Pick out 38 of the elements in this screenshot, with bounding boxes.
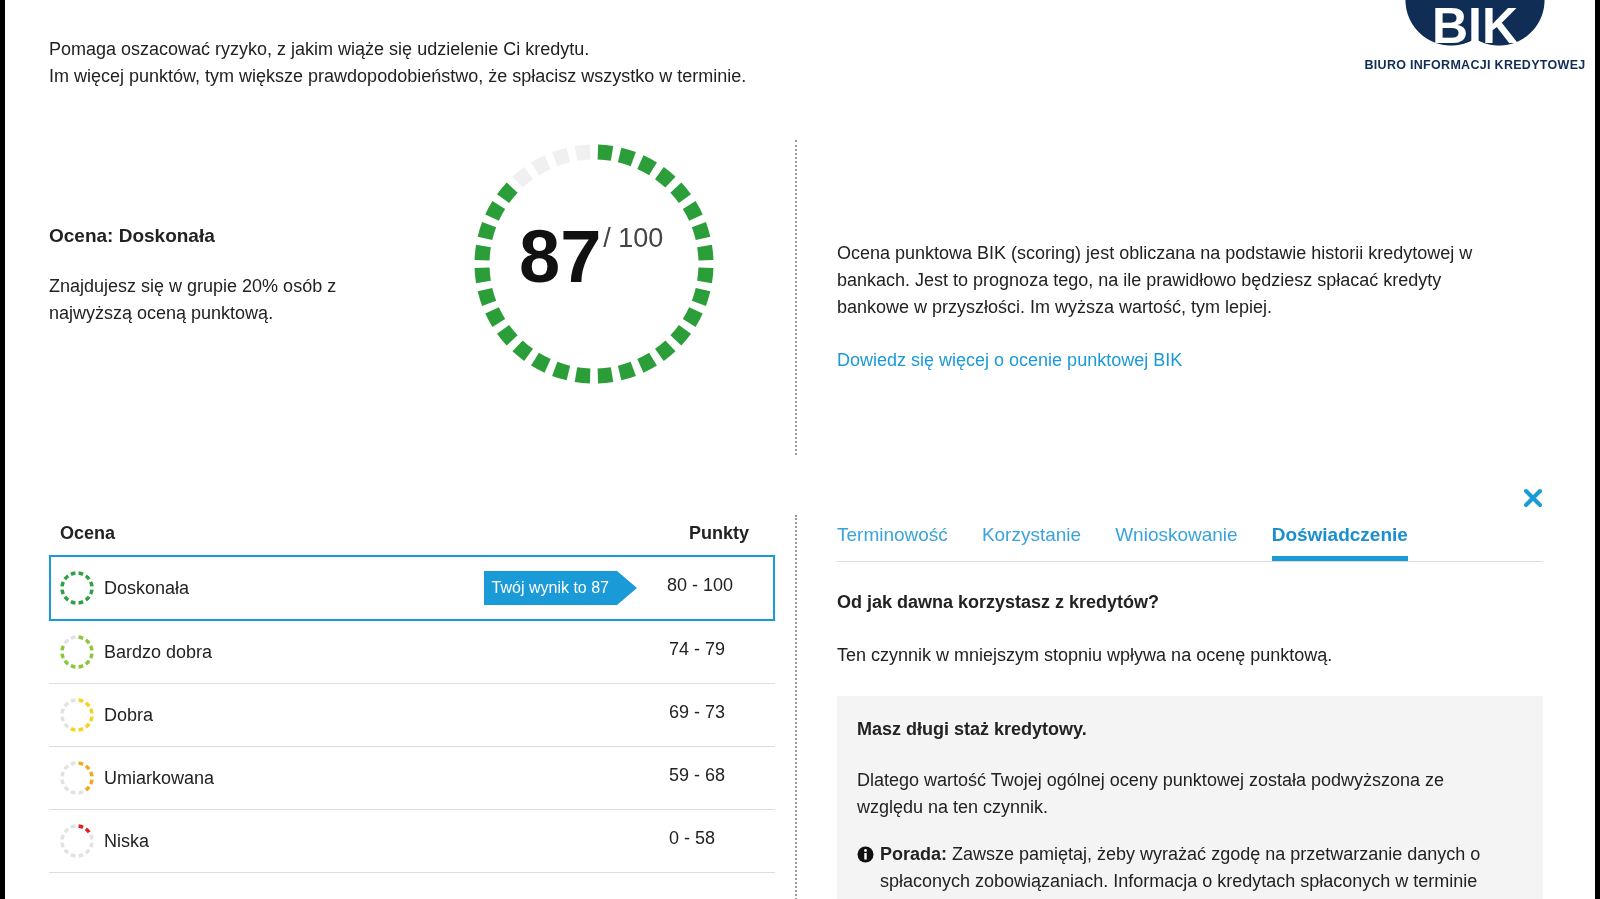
- intro-text: Im więcej punktów, tym większe prawdopodobieństwo, że spłacisz wszystko w terminie.: [49, 65, 747, 88]
- card-text: Dlatego wartość Twojej ogólnej oceny punktowej została podwyższona ze względu na ten czynnik.: [857, 769, 1445, 819]
- column-header: Ocena: [60, 523, 116, 545]
- rating-ring-icon: [60, 571, 94, 605]
- points-range: 80 - 100: [667, 575, 735, 596]
- rating-label: Bardzo dobra: [104, 641, 214, 663]
- card-title: Masz długi staż kredytowy.: [857, 718, 1088, 741]
- points-range: 59 - 68: [669, 765, 727, 786]
- rating-title: Ocena: Doskonała: [49, 225, 216, 247]
- points-range: 74 - 79: [669, 639, 727, 660]
- rating-label: Dobra: [104, 704, 155, 726]
- rating-ring-icon: [60, 761, 94, 795]
- rating-ring-icon: [60, 635, 94, 669]
- tab[interactable]: Doświadczenie: [1271, 520, 1408, 561]
- rating-label: Doskonała: [104, 577, 191, 599]
- tab[interactable]: Korzystanie: [981, 520, 1082, 561]
- close-icon[interactable]: [1523, 488, 1543, 508]
- tab[interactable]: Terminowość: [837, 520, 948, 561]
- rating-ring-icon: [60, 824, 94, 858]
- intro-text: Pomaga oszacować ryzyko, z jakim wiąże się udzielenie Ci kredytu.: [49, 38, 591, 61]
- logo-caption: BIURO INFORMACJI KREDYTOWEJ: [1364, 58, 1586, 72]
- factor-question: Od jak dawna korzystasz z kredytów?: [837, 592, 1161, 613]
- learn-more-link[interactable]: Dowiedz się więcej o ocenie punktowej BIK: [837, 347, 1183, 374]
- info-icon: [857, 846, 874, 863]
- tip-text: Porada: Zawsze pamiętaj, żeby wyrażać zgodę na przetwarzanie danych o spłaconych zobowiązaniach. Informacja o kredytach spłaconych w terminie: [880, 843, 1482, 893]
- column-header: Punkty: [689, 523, 749, 545]
- points-range: 0 - 58: [669, 828, 717, 849]
- rating-label: Umiarkowana: [104, 767, 216, 789]
- score-badge: Twój wynik to 87: [483, 571, 637, 605]
- rating-ring-icon: [60, 698, 94, 732]
- info-text: Ocena punktowa BIK (scoring) jest obliczana na podstawie historii kredytowej w bankach. Jest to prognoza tego, na ile prawidłowo będziesz spłacać kredyty bankowe w przyszłości. Im wyższa wartość, tym lepiej.: [837, 242, 1474, 319]
- score-value: 87: [519, 217, 602, 297]
- points-range: 69 - 73: [669, 702, 727, 723]
- tab[interactable]: Wnioskowanie: [1115, 520, 1238, 561]
- rating-label: Niska: [104, 830, 150, 852]
- score-max: / 100: [603, 223, 664, 254]
- factor-impact: Ten czynnik w mniejszym stopniu wpływa na ocenę punktową.: [837, 645, 1334, 666]
- rating-description: Znajdujesz się w grupie 20% osób z najwyższą oceną punktową.: [49, 275, 338, 325]
